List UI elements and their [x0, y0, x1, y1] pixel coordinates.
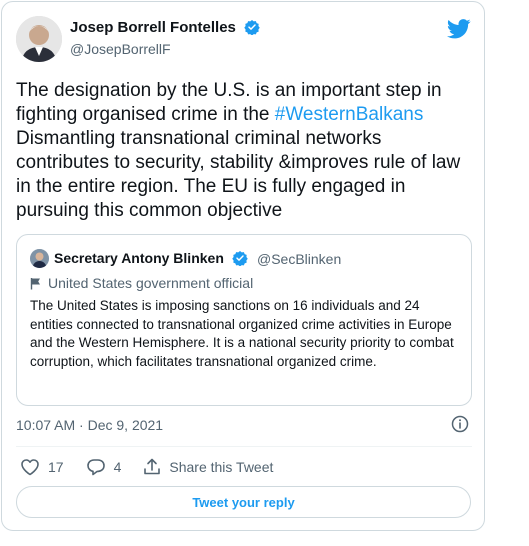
- quoted-author-name-text: Secretary Antony Blinken: [54, 250, 224, 266]
- tweet-text: The designation by the U.S. is an import…: [16, 79, 471, 223]
- tweet-timestamp[interactable]: 10:07 AM · Dec 9, 2021: [16, 417, 163, 433]
- quoted-tweet-text: The United States is imposing sanctions …: [30, 298, 454, 369]
- quoted-tweet[interactable]: Secretary Antony Blinken @SecBlinken Uni…: [16, 234, 472, 406]
- author-name-text: Josep Borrell Fontelles: [70, 19, 236, 36]
- twitter-bird-icon[interactable]: [447, 19, 471, 39]
- tweet-text-part2: Dismantling transnational criminal netwo…: [16, 128, 461, 221]
- government-label-text: United States government official: [48, 275, 254, 291]
- heart-icon: [21, 459, 39, 476]
- government-label: United States government official: [30, 275, 253, 291]
- quoted-author-avatar[interactable]: [30, 249, 49, 268]
- flag-icon: [30, 278, 40, 290]
- tweet-card: Josep Borrell Fontelles @JosepBorrellF T…: [1, 1, 485, 531]
- quoted-author-name[interactable]: Secretary Antony Blinken: [54, 250, 248, 266]
- like-button[interactable]: 17: [20, 458, 64, 476]
- reply-count: 4: [113, 459, 122, 475]
- share-label: Share this Tweet: [169, 459, 274, 475]
- author-name[interactable]: Josep Borrell Fontelles: [70, 19, 260, 36]
- share-icon: [144, 458, 161, 475]
- author-handle[interactable]: @JosepBorrellF: [70, 41, 171, 57]
- tweet-your-reply-button[interactable]: Tweet your reply: [16, 486, 471, 518]
- hashtag-link[interactable]: #WesternBalkans: [275, 104, 424, 125]
- divider: [16, 446, 472, 447]
- tweet-actions: 17 4 Share this Tweet: [20, 457, 295, 477]
- reply-bubble-icon: [86, 459, 105, 476]
- verified-badge-icon: [244, 20, 260, 35]
- verified-badge-icon: [232, 251, 248, 266]
- reply-button[interactable]: 4: [86, 458, 122, 476]
- info-icon[interactable]: [451, 415, 469, 433]
- share-button[interactable]: Share this Tweet: [143, 458, 273, 476]
- author-avatar[interactable]: [16, 16, 62, 62]
- like-count: 17: [48, 459, 64, 475]
- quoted-author-handle[interactable]: @SecBlinken: [257, 251, 341, 267]
